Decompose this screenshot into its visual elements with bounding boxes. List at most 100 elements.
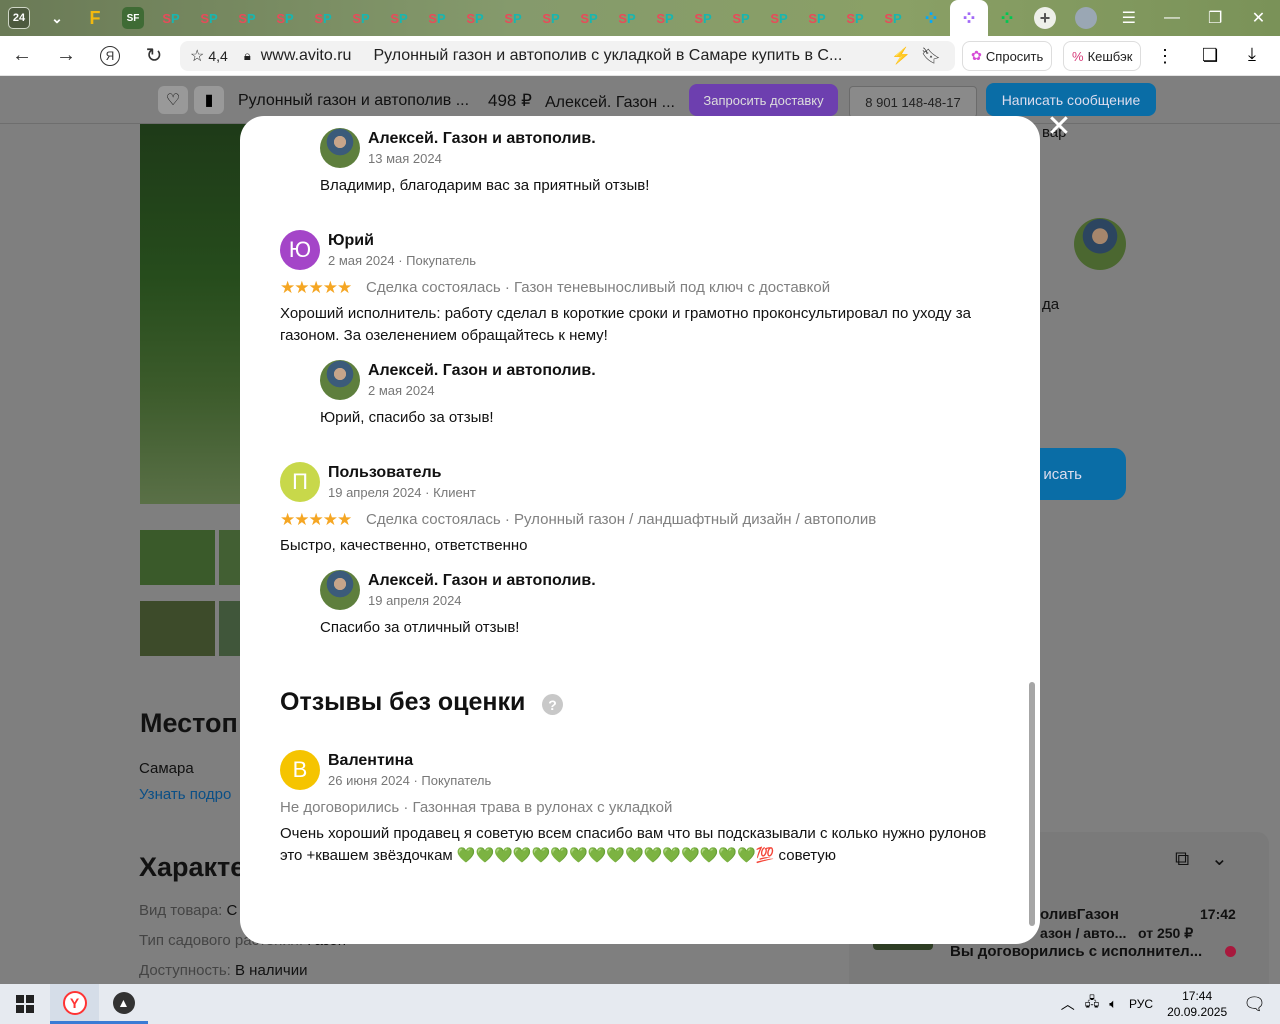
reply-date: 19 апреля 2024 [368,593,462,608]
tab-sp-17[interactable]: SP [760,0,798,36]
modal-scrollbar[interactable] [1029,682,1035,926]
profile-avatar[interactable] [1064,0,1107,36]
volume-icon[interactable]: 🔈︎ [1109,996,1117,1012]
restore-icon[interactable]: ❐ [1194,0,1237,36]
review-text: Очень хороший продавец я советую всем сп… [280,825,987,864]
language-indicator[interactable]: РУС [1129,997,1153,1011]
no-sync-icon[interactable]: ⚡ [891,46,911,66]
tab-avito-1[interactable]: ⁘ [912,0,950,36]
tab-sp-6[interactable]: SP [342,0,380,36]
review-meta: 19 апреля 2024 · Клиент [328,485,476,500]
percent-icon: % [1072,48,1084,64]
tab-f[interactable]: F [76,0,114,36]
bookmark-icon[interactable]: 🔖︎ [921,46,941,66]
tab-sp-2[interactable]: SP [190,0,228,36]
chat-time: 17:42 [1200,906,1236,922]
reviewer-name: Юрий [328,232,374,249]
cashback-button[interactable]: % Кешбэк [1063,41,1142,71]
tab-sp-4[interactable]: SP [266,0,304,36]
tab-sp-1[interactable]: SP [152,0,190,36]
thumb-2[interactable] [219,530,241,585]
collapse-chevron-icon[interactable]: ⌄ [1211,846,1228,871]
tab-sp-8[interactable]: SP [418,0,456,36]
network-icon[interactable]: 🖧︎ [1085,993,1100,1015]
location-heading: Местоп [140,708,238,738]
tab-avito-active[interactable]: ⁘ [950,0,988,36]
reviews-modal: Алексей. Газон и автополив. 13 мая 2024 … [240,116,1040,944]
review-text: Быстро, качественно, ответственно [280,537,528,554]
deal-status: Сделка состоялась · Рулонный газон / лан… [366,511,877,528]
ask-button[interactable]: ✿ Спросить [962,41,1053,71]
chat-preview: Вы договорились с исполнител... [950,943,1203,960]
download-icon[interactable]: ⤓ [1248,44,1256,65]
tab-sp-15[interactable]: SP [684,0,722,36]
menu-icon[interactable]: ☰ [1107,0,1150,36]
tab-sp-12[interactable]: SP [570,0,608,36]
favorite-heart-icon[interactable]: ♡ [158,86,188,114]
more-location-link[interactable]: Узнать подро [139,786,231,803]
tab-sp-14[interactable]: SP [646,0,684,36]
tab-sp-5[interactable]: SP [304,0,342,36]
reply-text: Спасибо за отличный отзыв! [320,619,520,636]
tab-counter[interactable]: 24 [0,0,38,36]
more-menu-icon[interactable]: ⋮ [1156,46,1174,67]
collections-icon[interactable]: ❏ [1202,45,1218,66]
tab-sp-18[interactable]: SP [798,0,836,36]
modal-close-icon[interactable]: ✕ [1046,112,1072,142]
reload-icon[interactable]: ↻ [132,36,176,76]
start-windows-icon[interactable] [0,984,50,1024]
note-icon[interactable]: ▮ [194,86,224,114]
url-field[interactable]: ☆ 4,4 🔒︎ www.avito.ru Рулонный газон и а… [180,41,955,71]
sticky-price: 498 ₽ [488,91,532,110]
notifications-icon[interactable]: 🗨︎ [1243,994,1266,1015]
thumb-4[interactable] [219,601,241,656]
review-text: Хороший исполнитель: работу сделал в кор… [280,305,972,344]
unrated-reviews-heading: Отзывы без оценки [280,688,526,716]
rating-stars: ★★★★★ [280,510,352,529]
city-text: Самара [139,760,194,777]
sticky-seller: Алексей. Газон ... [545,94,675,111]
reviewer-name: Валентина [328,752,414,769]
clock[interactable]: 17:44 20.09.2025 [1167,988,1227,1020]
new-tab-plus-icon[interactable]: + [1026,0,1064,36]
yandex-logo-icon[interactable]: Я [88,36,132,76]
seller-reply-avatar [320,360,360,400]
sticky-title: Рулонный газон и автополив ... [238,92,470,109]
ask-icon: ✿ [971,48,982,63]
tab-sp-16[interactable]: SP [722,0,760,36]
tab-sp-11[interactable]: SP [532,0,570,36]
tab-sp-7[interactable]: SP [380,0,418,36]
tab-sf[interactable]: SF [114,0,152,36]
help-icon[interactable]: ? [542,694,563,715]
tab-avito-2[interactable]: ⁘ [988,0,1026,36]
phone-button[interactable]: 8 901 148-48-17 [849,86,977,118]
thumb-1[interactable] [140,530,215,585]
request-delivery-button[interactable]: Запросить доставку [689,84,838,116]
tab-sp-13[interactable]: SP [608,0,646,36]
tab-sp-9[interactable]: SP [456,0,494,36]
characteristics-heading: Характе [139,852,246,882]
thumb-3[interactable] [140,601,215,656]
back-arrow-icon[interactable]: ← [0,36,44,76]
tabs-dropdown-chevron-icon[interactable]: ⌄ [38,0,76,36]
tab-sp-3[interactable]: SP [228,0,266,36]
reply-text: Юрий, спасибо за отзыв! [320,409,494,426]
reply-author-name: Алексей. Газон и автополив. [368,572,596,589]
forward-arrow-icon[interactable]: → [44,36,88,76]
tray-chevron-icon[interactable]: ︿ [1061,994,1075,1014]
minimize-icon[interactable]: — [1150,0,1193,36]
chat-name: оливГазон [1040,906,1119,923]
tab-sp-10[interactable]: SP [494,0,532,36]
tab-sp-20[interactable]: SP [874,0,912,36]
tab-sp-19[interactable]: SP [836,0,874,36]
reviewer-avatar: П [280,462,320,502]
reply-text: Владимир, благодарим вас за приятный отз… [320,177,650,194]
taskbar-app-icon[interactable]: ▲ [99,984,148,1024]
review-meta: 2 мая 2024 · Покупатель [328,253,476,268]
close-window-icon[interactable]: ✕ [1237,0,1280,36]
taskbar-yandex-browser-icon[interactable]: Y [50,984,99,1024]
seller-avatar[interactable] [1074,218,1126,270]
open-external-icon[interactable]: ⧉ [1175,848,1189,871]
chat-subject: азон / авто... от 250 ₽ [1040,925,1194,941]
unread-dot [1225,946,1236,957]
